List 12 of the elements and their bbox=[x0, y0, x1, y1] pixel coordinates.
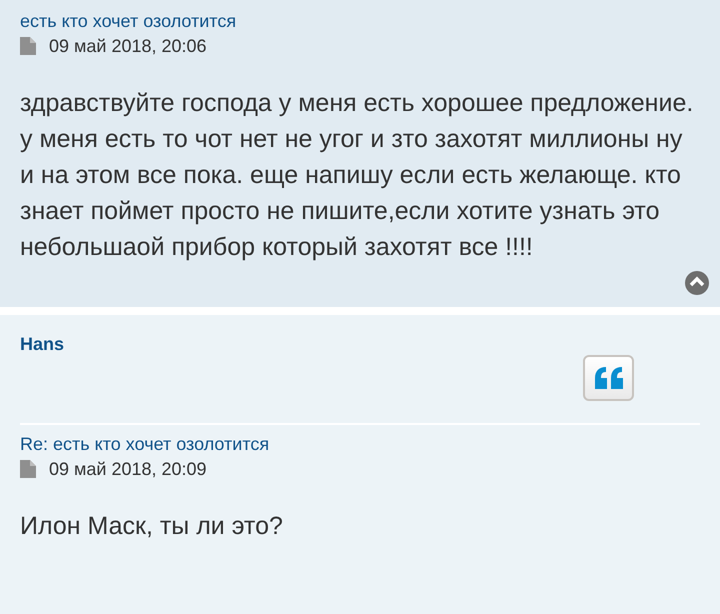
post-body: Илон Маск, ты ли это? bbox=[20, 511, 284, 542]
file-icon bbox=[20, 460, 36, 478]
post-body: здравствуйте господа у меня есть хорошее предложение. у меня есть то чот нет не угог и зто захотят миллионы ну и на этом все пока. еще напишу если есть желающе. кто знает поймет просто не пишите,если хотите узнать это небольшаой прибор который захотят все !!!! bbox=[20, 88, 694, 263]
post-date: 09 май 2018, 20:06 bbox=[49, 35, 207, 57]
post-title[interactable]: есть кто хочет озолотится bbox=[20, 10, 700, 32]
post-date: 09 май 2018, 20:09 bbox=[49, 458, 207, 480]
back-to-top-icon[interactable] bbox=[685, 271, 709, 295]
author-name[interactable]: Hans bbox=[20, 331, 64, 358]
post-title[interactable]: Re: есть кто хочет озолотится bbox=[20, 433, 700, 455]
file-icon bbox=[20, 37, 36, 55]
quote-icon bbox=[594, 367, 622, 389]
quote-button[interactable] bbox=[583, 355, 634, 401]
